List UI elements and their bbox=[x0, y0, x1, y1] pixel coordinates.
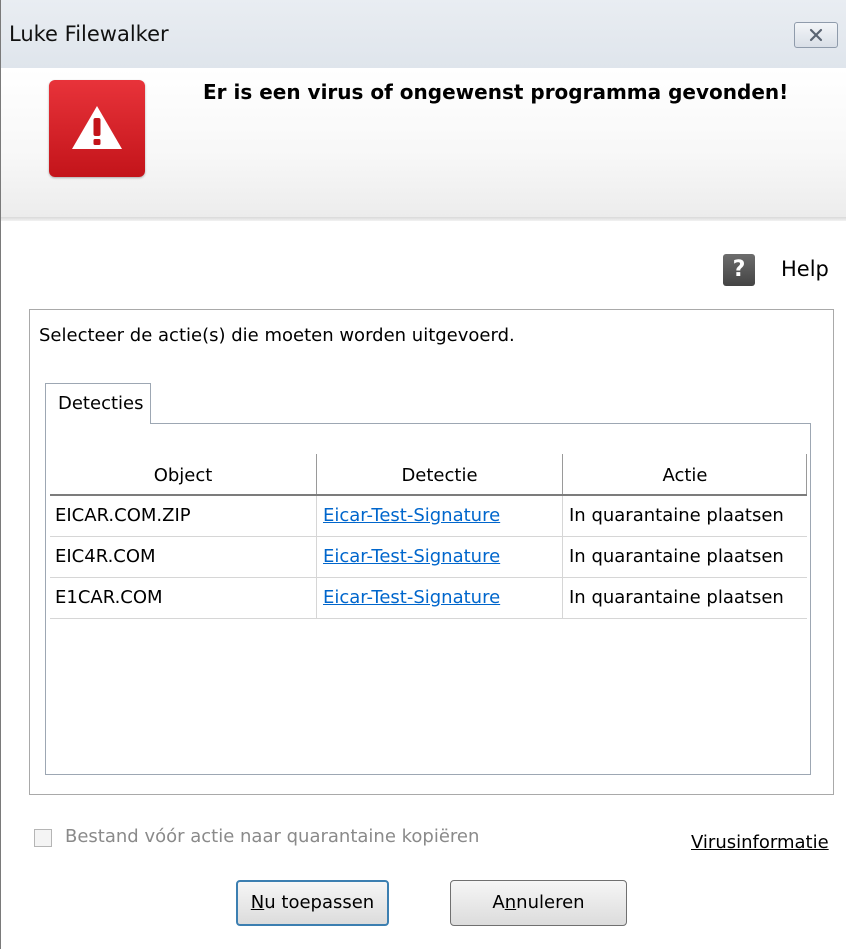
cancel-label: nuleren bbox=[516, 892, 585, 913]
column-header-object[interactable]: Object bbox=[50, 454, 316, 494]
table-row[interactable]: EIC4R.COM Eicar-Test-Signature In quaran… bbox=[50, 537, 807, 578]
cell-divider bbox=[316, 537, 317, 577]
table-row[interactable]: E1CAR.COM Eicar-Test-Signature In quaran… bbox=[50, 578, 807, 619]
virusinfo-link[interactable]: Virusinformatie bbox=[691, 832, 829, 853]
cell-divider bbox=[316, 578, 317, 618]
dialog-window: Luke Filewalker Er is een virus of ongew… bbox=[0, 0, 846, 949]
apply-mnemonic: N bbox=[250, 892, 265, 913]
column-divider[interactable] bbox=[806, 454, 807, 494]
detection-link[interactable]: Eicar-Test-Signature bbox=[323, 578, 559, 618]
object-cell: E1CAR.COM bbox=[55, 587, 163, 608]
cancel-mnemonic: n bbox=[504, 892, 517, 913]
instruction-text: Selecteer de actie(s) die moeten worden … bbox=[39, 325, 515, 346]
cell-divider bbox=[562, 496, 563, 536]
header-divider bbox=[1, 217, 846, 221]
help-link[interactable]: Help bbox=[781, 257, 829, 281]
cancel-button[interactable]: Annuleren bbox=[450, 880, 627, 926]
table-header: Object Detectie Actie bbox=[50, 454, 807, 496]
close-button[interactable] bbox=[794, 22, 838, 48]
column-header-action[interactable]: Actie bbox=[563, 454, 807, 494]
cancel-prefix: A bbox=[492, 892, 505, 913]
column-header-detection[interactable]: Detectie bbox=[317, 454, 562, 494]
cell-divider bbox=[562, 578, 563, 618]
title-bar[interactable]: Luke Filewalker bbox=[1, 0, 846, 69]
apply-label: u toepassen bbox=[264, 892, 375, 913]
action-cell[interactable]: In quarantaine plaatsen bbox=[569, 578, 807, 618]
cell-divider bbox=[562, 537, 563, 577]
tab-detections[interactable]: Detecties bbox=[45, 383, 151, 424]
detection-link[interactable]: Eicar-Test-Signature bbox=[323, 537, 559, 577]
action-cell[interactable]: In quarantaine plaatsen bbox=[569, 496, 807, 536]
close-icon bbox=[809, 28, 823, 42]
table-row[interactable]: EICAR.COM.ZIP Eicar-Test-Signature In qu… bbox=[50, 496, 807, 537]
help-icon[interactable]: ? bbox=[723, 254, 755, 286]
alert-title: Er is een virus of ongewenst programma g… bbox=[203, 80, 789, 104]
window-title: Luke Filewalker bbox=[9, 22, 169, 46]
object-cell: EICAR.COM.ZIP bbox=[55, 505, 191, 526]
object-cell: EIC4R.COM bbox=[55, 546, 156, 567]
quarantine-copy-checkbox[interactable] bbox=[34, 829, 52, 847]
cell-divider bbox=[316, 496, 317, 536]
apply-button[interactable]: Nu toepassen bbox=[236, 880, 389, 926]
detection-link[interactable]: Eicar-Test-Signature bbox=[323, 496, 559, 536]
quarantine-copy-label: Bestand vóór actie naar quarantaine kopi… bbox=[65, 826, 480, 847]
tab-label: Detecties bbox=[58, 393, 144, 414]
warning-icon bbox=[49, 80, 145, 177]
action-cell[interactable]: In quarantaine plaatsen bbox=[569, 537, 807, 577]
